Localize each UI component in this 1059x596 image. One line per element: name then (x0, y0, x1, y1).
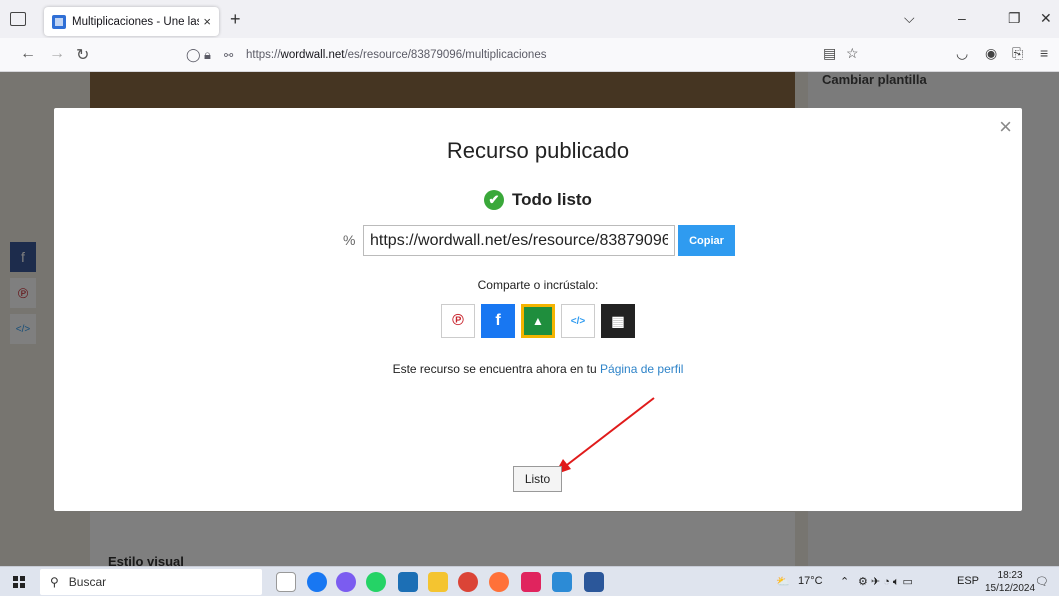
clock-time: 18:23 (997, 570, 1023, 581)
share-link-input[interactable] (363, 225, 675, 256)
window-close-button[interactable]: ✕ (1040, 10, 1052, 27)
copy-button[interactable]: Copiar (678, 225, 735, 256)
check-circle-icon: ✔ (484, 190, 504, 210)
modal-title: Recurso publicado (446, 138, 630, 163)
app-icon-blue[interactable] (552, 572, 572, 592)
facebook-app-icon[interactable] (307, 572, 327, 592)
extensions-icon[interactable]: ⎘ (1012, 45, 1023, 62)
whatsapp-app-icon[interactable] (366, 572, 386, 592)
browser-tab[interactable]: Multiplicaciones - Une las parej × (44, 7, 219, 36)
new-tab-button[interactable]: + (230, 9, 241, 30)
close-icon[interactable]: × (999, 116, 1012, 138)
tray-icons[interactable]: ⚙ ✈ ◔ 🔈︎ ▭ (858, 575, 913, 589)
weather-temperature[interactable]: 17°C (798, 575, 823, 587)
wordwall-favicon-icon (52, 14, 66, 29)
link-icon: % (343, 232, 356, 248)
word-app-icon[interactable] (584, 572, 604, 592)
back-arrow-icon[interactable]: ← (20, 45, 36, 63)
store-app-icon[interactable] (398, 572, 418, 592)
app-icon-red[interactable] (521, 572, 541, 592)
notifications-icon[interactable]: 🗨︎ (1035, 575, 1049, 588)
reload-icon[interactable]: ↻ (76, 45, 89, 65)
language-indicator[interactable]: ESP (957, 575, 979, 587)
task-view-icon[interactable] (276, 572, 296, 592)
permissions-icon[interactable]: ⚯ (224, 49, 233, 62)
file-explorer-icon[interactable] (428, 572, 448, 592)
tray-chevron-icon[interactable]: ⌃ (840, 575, 849, 588)
qr-code-icon[interactable]: ▦ (601, 304, 635, 338)
clock-date: 15/12/2024 (985, 583, 1036, 594)
ready-status: ✔ Todo listo (484, 190, 592, 210)
tab-list-icon[interactable] (10, 12, 26, 26)
tab-close-icon[interactable]: × (203, 14, 211, 29)
profile-text: Este recurso se encuentra ahora en tu Pá… (54, 362, 1022, 376)
url-text: https://wordwall.net/es/resource/8387909… (246, 49, 546, 61)
publish-modal: × Recurso publicado ✔ Todo listo % Copia… (54, 108, 1022, 511)
taskbar-search[interactable]: ⚲ Buscar (40, 569, 262, 595)
restore-button[interactable]: ❐ (1008, 10, 1021, 27)
done-button[interactable]: Listo (513, 466, 562, 492)
bookmark-star-icon[interactable]: ☆ (846, 45, 859, 62)
tab-bar: Multiplicaciones - Une las parej × + ⌵ –… (0, 0, 1059, 38)
profile-page-link[interactable]: Página de perfil (600, 362, 683, 376)
pinterest-icon[interactable]: ℗ (441, 304, 475, 338)
google-classroom-icon[interactable]: ▲ (521, 304, 555, 338)
account-icon[interactable]: ◉ (985, 45, 997, 62)
search-icon: ⚲ (50, 575, 59, 589)
chrome-app-icon[interactable] (458, 572, 478, 592)
weather-icon[interactable]: ⛅ (776, 575, 790, 588)
share-label: Comparte o incrústalo: (477, 278, 599, 292)
minimize-button[interactable]: – (958, 10, 966, 26)
reader-view-icon[interactable]: ▤ (823, 45, 836, 62)
url-domain: wordwall.net (280, 49, 345, 61)
url-prefix: https:// (246, 49, 281, 61)
search-label: Buscar (68, 575, 107, 589)
menu-icon[interactable]: ≡ (1040, 45, 1048, 61)
shield-icon[interactable]: ◯ (186, 47, 201, 63)
ready-label: Todo listo (512, 190, 592, 209)
url-path: /es/resource/83879096/multiplicaciones (344, 49, 547, 61)
firefox-app-icon[interactable] (489, 572, 509, 592)
embed-icon[interactable]: </> (561, 304, 595, 338)
navigation-bar: ← → ↻ ◯ 🔒︎ ⚯ https://wordwall.net/es/res… (0, 38, 1059, 72)
windows-start-icon[interactable] (13, 576, 25, 588)
clock[interactable]: 18:23 15/12/2024 (985, 569, 1035, 595)
taskbar: ⚲ Buscar ⛅ 17°C ⌃ ⚙ ✈ ◔ 🔈︎ ▭ ESP 18:23 1… (0, 566, 1059, 596)
url-bar[interactable]: ◯ 🔒︎ ⚯ https://wordwall.net/es/resource/… (180, 43, 865, 67)
facebook-icon[interactable]: f (481, 304, 515, 338)
profile-text-label: Este recurso se encuentra ahora en tu (392, 362, 597, 376)
pocket-icon[interactable]: ◡ (956, 45, 968, 62)
lock-icon[interactable]: 🔒︎ (204, 47, 211, 63)
forward-arrow-icon[interactable]: → (49, 45, 65, 63)
tab-overflow-chevron-icon[interactable]: ⌵ (904, 10, 915, 27)
tab-title: Multiplicaciones - Une las parej (72, 15, 199, 28)
messenger-app-icon[interactable] (336, 572, 356, 592)
red-arrow-annotation (554, 397, 655, 475)
